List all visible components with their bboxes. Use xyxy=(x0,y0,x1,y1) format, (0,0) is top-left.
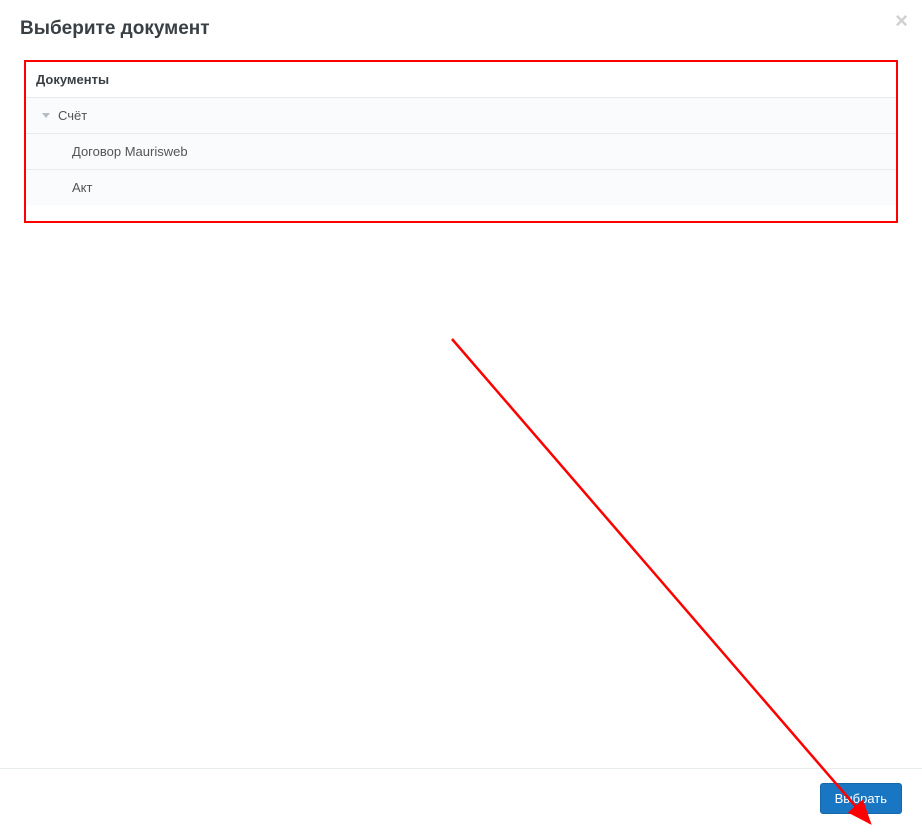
tree-item-act[interactable]: Акт xyxy=(26,169,896,205)
tree-item-label: Договор Maurisweb xyxy=(72,144,188,159)
modal-footer: Выбрать xyxy=(0,768,922,828)
close-icon[interactable]: × xyxy=(895,10,908,32)
caret-down-icon xyxy=(42,113,50,118)
tree-list: Счёт Договор Maurisweb Акт xyxy=(26,97,896,205)
select-button[interactable]: Выбрать xyxy=(820,783,902,814)
modal-body: Документы Счёт Договор Maurisweb Акт xyxy=(0,60,922,768)
document-tree-panel: Документы Счёт Договор Maurisweb Акт xyxy=(24,60,898,223)
tree-header: Документы xyxy=(26,62,896,97)
modal-title: Выберите документ xyxy=(20,18,902,40)
select-document-modal: Выберите документ × Документы Счёт Догов… xyxy=(0,0,922,828)
annotation-arrow-icon xyxy=(430,275,900,835)
tree-item-invoice[interactable]: Счёт xyxy=(26,97,896,133)
tree-item-label: Счёт xyxy=(58,108,87,123)
modal-header: Выберите документ × xyxy=(0,0,922,60)
tree-item-contract[interactable]: Договор Maurisweb xyxy=(26,133,896,169)
tree-padding xyxy=(26,205,896,221)
tree-item-label: Акт xyxy=(72,180,92,195)
